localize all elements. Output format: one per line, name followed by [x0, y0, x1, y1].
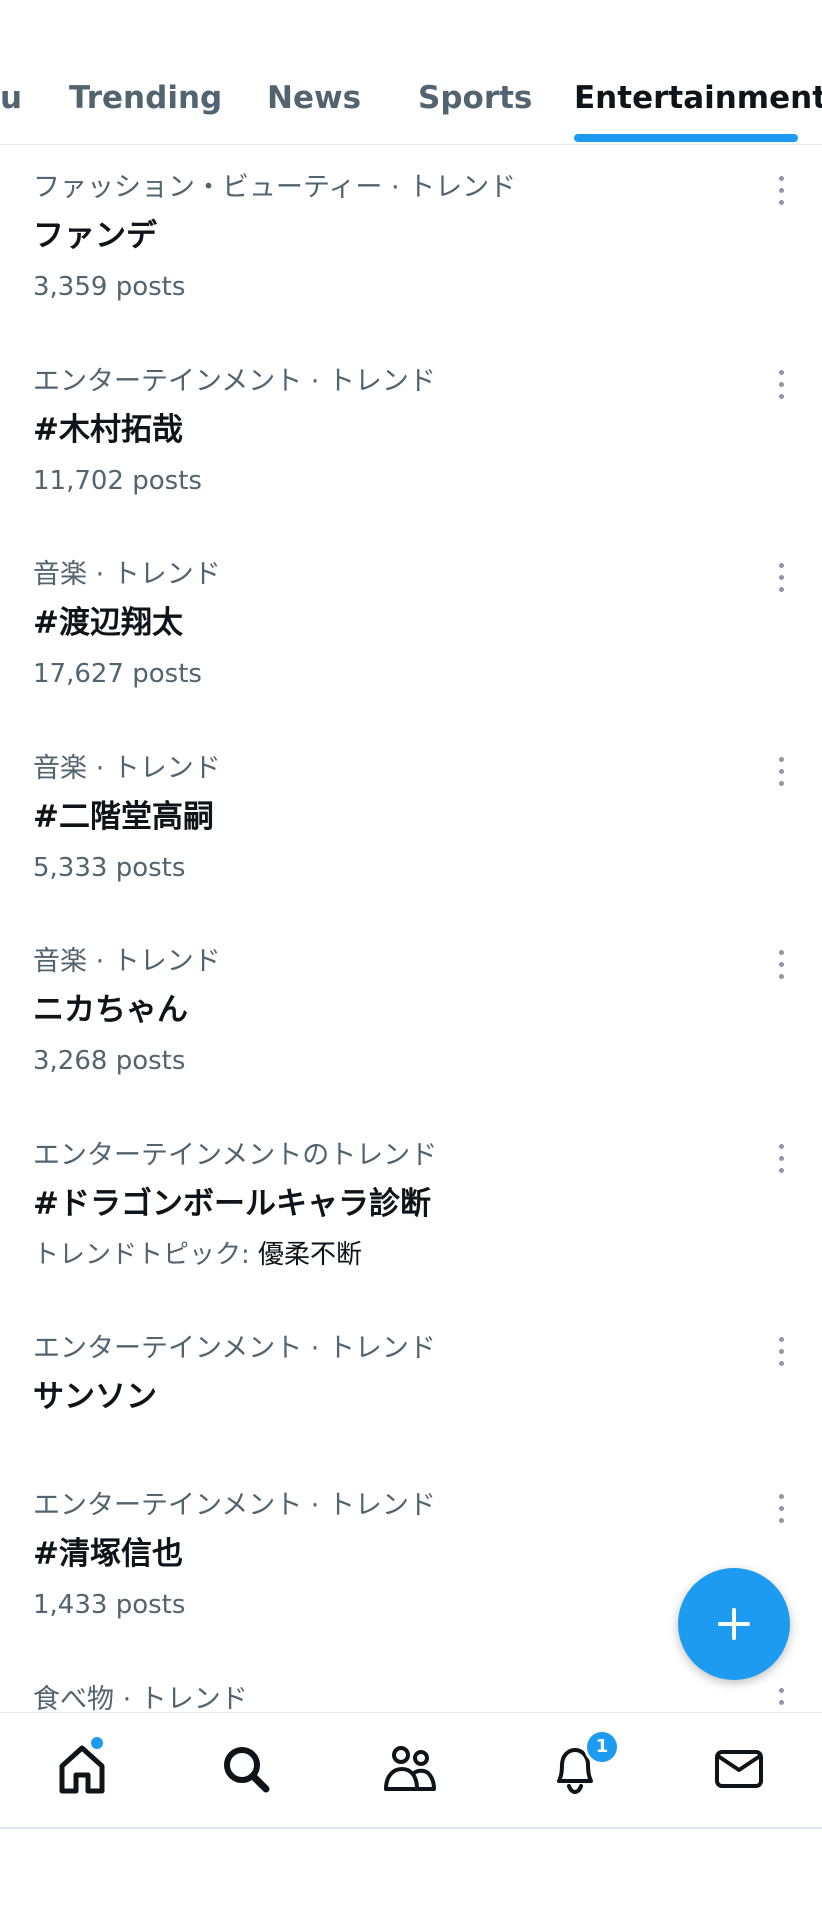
active-tab-indicator: [574, 134, 798, 142]
trend-post-count: 5,333 posts: [33, 853, 186, 883]
trend-post-count: 1,433 posts: [33, 1590, 186, 1620]
bottom-nav: 1: [0, 1712, 822, 1829]
trend-category: エンターテインメントのトレンド: [33, 1140, 438, 1171]
home-icon[interactable]: [52, 1739, 112, 1799]
trend-category: 音楽 · トレンド: [33, 753, 221, 784]
trend-category: エンターテインメント · トレンド: [33, 366, 436, 397]
tab-for-you[interactable]: u: [0, 78, 22, 118]
more-options-icon[interactable]: [774, 948, 790, 982]
messages-icon[interactable]: [709, 1739, 769, 1799]
tab-entertainment[interactable]: Entertainment: [574, 78, 822, 118]
home-unread-dot: [91, 1737, 103, 1749]
more-options-icon[interactable]: [774, 174, 790, 208]
trend-topic: トレンドトピック: 優柔不断: [33, 1238, 362, 1272]
more-options-icon[interactable]: [774, 368, 790, 402]
more-options-icon[interactable]: [774, 561, 790, 595]
trend-category: エンターテインメント · トレンド: [33, 1333, 436, 1364]
explore-tabs: u Trending News Sports Entertainment: [0, 0, 822, 145]
trend-category: ファッション・ビューティー · トレンド: [33, 172, 517, 203]
trend-name: #ドラゴンボールキャラ診断: [33, 1186, 431, 1222]
more-options-icon[interactable]: [774, 1142, 790, 1176]
trend-topic-label: トレンドトピック:: [33, 1240, 250, 1270]
trend-post-count: 3,268 posts: [33, 1046, 186, 1076]
more-options-icon[interactable]: [774, 755, 790, 789]
tab-sports[interactable]: Sports: [418, 78, 532, 118]
trend-name: #二階堂高嗣: [33, 799, 214, 835]
tab-news[interactable]: News: [267, 78, 361, 118]
trend-name: #清塚信也: [33, 1536, 183, 1572]
trend-topic-value: 優柔不断: [258, 1240, 363, 1270]
trend-category: 音楽 · トレンド: [33, 946, 221, 977]
trend-post-count: 17,627 posts: [33, 659, 202, 689]
trend-category: 音楽 · トレンド: [33, 559, 221, 590]
trend-name: サンソン: [33, 1379, 157, 1415]
tab-trending[interactable]: Trending: [69, 78, 222, 118]
trend-post-count: 3,359 posts: [33, 272, 186, 302]
trend-name: ニカちゃん: [33, 992, 188, 1028]
more-options-icon[interactable]: [774, 1335, 790, 1369]
communities-icon[interactable]: [380, 1739, 440, 1799]
notification-badge: 1: [584, 1729, 620, 1765]
trend-post-count: 11,702 posts: [33, 466, 202, 496]
trend-category: エンターテインメント · トレンド: [33, 1490, 436, 1521]
trend-name: #木村拓哉: [33, 412, 183, 448]
more-options-icon[interactable]: [774, 1492, 790, 1526]
search-icon[interactable]: [216, 1739, 276, 1799]
trend-name: ファンデ: [33, 218, 157, 254]
compose-button[interactable]: [678, 1568, 790, 1680]
trend-name: #渡辺翔太: [33, 605, 183, 641]
